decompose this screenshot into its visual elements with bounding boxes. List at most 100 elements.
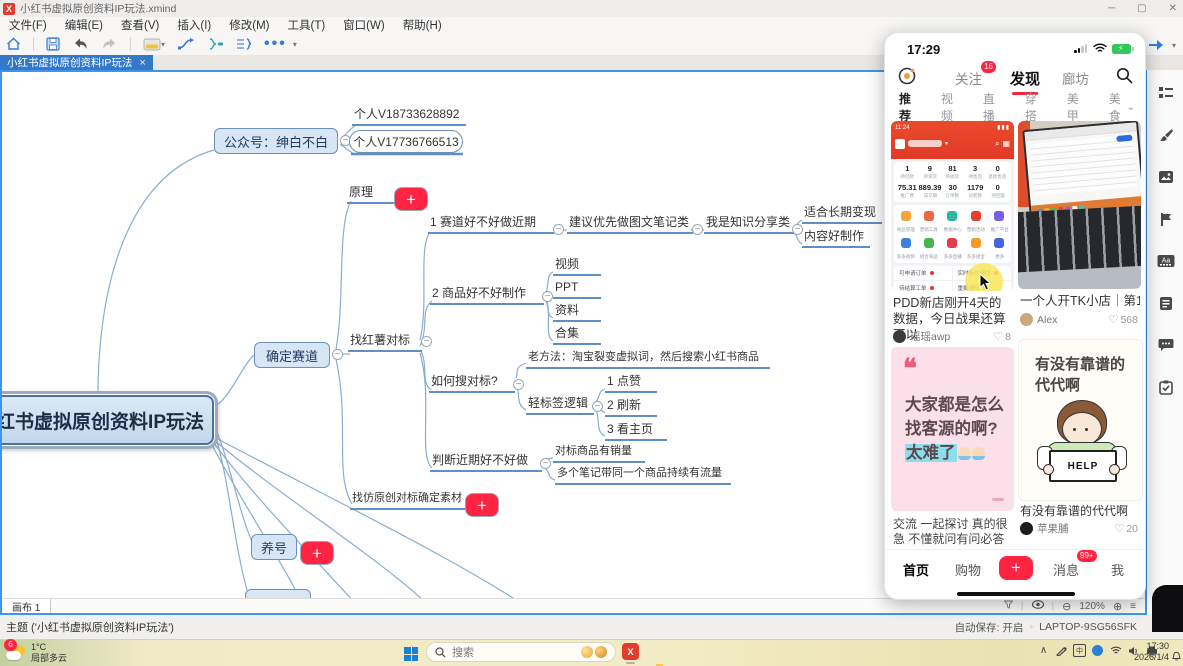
card-pdd-author-row[interactable]: 瑶瑶awp 8 xyxy=(893,329,1011,344)
topic-ppt[interactable]: PPT xyxy=(553,280,601,299)
topic-duoge[interactable]: 多个笔记带同一个商品持续有流量 xyxy=(555,466,731,485)
tab-home[interactable]: 首页 xyxy=(903,560,929,579)
save-button[interactable] xyxy=(40,34,66,54)
chevron-down-icon[interactable]: ⌄ xyxy=(1127,102,1135,113)
tab-mindmap[interactable]: 小红书虚拟原创资料IP玩法 xyxy=(0,55,153,70)
topic-ziliao[interactable]: 资料 xyxy=(553,303,601,322)
outline-button[interactable] xyxy=(230,34,258,54)
expand-chip[interactable] xyxy=(300,541,334,565)
topic-shipin[interactable]: 视频 xyxy=(553,257,601,276)
collapse-chip[interactable] xyxy=(421,336,432,347)
start-button[interactable] xyxy=(404,647,418,661)
topic-saidao[interactable]: 1 赛道好不好做近期 xyxy=(428,215,554,234)
cat-outfit[interactable]: 穿搭 xyxy=(1025,90,1043,124)
topic-shuaxin[interactable]: 2 刷新 xyxy=(605,398,657,417)
topic-zhishi[interactable]: 我是知识分享类 xyxy=(704,215,794,234)
cat-food[interactable]: 美食 xyxy=(1109,90,1127,124)
card-daidai-author-row[interactable]: 苹果脯 20 xyxy=(1020,521,1138,536)
tab-close-icon[interactable] xyxy=(139,57,145,69)
zoom-in-button[interactable]: ⊕ xyxy=(1113,600,1122,613)
notes-icon[interactable] xyxy=(1157,294,1175,312)
collapse-chip[interactable] xyxy=(553,224,564,235)
zoom-out-button[interactable]: ⊖ xyxy=(1062,600,1071,613)
like-count[interactable]: 8 xyxy=(993,330,1011,343)
topic-shangpin[interactable]: 2 商品好不好制作 xyxy=(430,286,544,305)
topic-v1[interactable]: 个人V18733628892 xyxy=(352,107,466,126)
menu-help[interactable]: 帮助(H) xyxy=(394,17,451,33)
maximize-button[interactable]: ▢ xyxy=(1137,3,1146,14)
taskbar-clock[interactable]: 17:30 2026/1/4 xyxy=(1134,641,1169,663)
topic-panduan[interactable]: 判断近期好不好做 xyxy=(430,453,542,472)
topic-yanghao[interactable]: 养号 xyxy=(251,534,297,560)
style-brush-icon[interactable] xyxy=(1157,126,1175,144)
topic-v2[interactable]: 个人V17736766513 xyxy=(349,130,463,153)
collapse-chip[interactable] xyxy=(592,401,603,412)
format-panel-icon[interactable] xyxy=(1157,84,1175,102)
topic-yuanli[interactable]: 原理 xyxy=(347,185,395,204)
security-icon[interactable] xyxy=(1090,645,1105,656)
like-count[interactable]: 20 xyxy=(1114,522,1138,535)
weather-widget[interactable]: 6 1°C 局部多云 xyxy=(6,642,67,664)
menu-modify[interactable]: 修改(M) xyxy=(220,17,278,33)
cat-nails[interactable]: 美甲 xyxy=(1067,90,1085,124)
share-dropdown-caret[interactable]: ▾ xyxy=(1172,41,1176,50)
focus-eye-icon[interactable] xyxy=(1032,600,1044,612)
topic-kanzhuye[interactable]: 3 看主页 xyxy=(605,422,667,441)
collapse-chip[interactable] xyxy=(540,458,551,469)
card-tk-author-row[interactable]: Alex 568 xyxy=(1020,313,1138,326)
cat-video[interactable]: 视频 xyxy=(941,90,959,124)
notification-bell-icon[interactable] xyxy=(1172,648,1181,666)
collapse-chip[interactable] xyxy=(513,379,524,390)
comment-icon[interactable] xyxy=(1157,336,1175,354)
filter-icon[interactable] xyxy=(1004,600,1013,612)
search-icon[interactable] xyxy=(1116,67,1133,89)
more-tools-button[interactable]: ••• xyxy=(258,34,293,54)
topic-central[interactable]: 小红书虚拟原创资料IP玩法 xyxy=(0,395,214,445)
feed-card-daidai-image[interactable]: 有没有靠谱的 代代啊 HELP xyxy=(1018,339,1143,501)
summary-button[interactable] xyxy=(201,34,230,54)
tab-follow[interactable]: 关注 16 xyxy=(955,68,982,88)
post-button[interactable]: + xyxy=(999,556,1033,580)
ime-icon[interactable]: 中 xyxy=(1072,644,1087,657)
topic-queding-saidao[interactable]: 确定赛道 xyxy=(254,342,330,368)
pen-input-icon[interactable] xyxy=(1054,645,1069,656)
card-tk-title[interactable]: 一个人开TK小店｜第16天 xyxy=(1020,293,1140,309)
task-clipboard-icon[interactable] xyxy=(1157,378,1175,396)
topic-changqi[interactable]: 适合长期变现 xyxy=(802,205,882,224)
expand-chip[interactable] xyxy=(465,493,499,517)
live-moments-icon[interactable] xyxy=(897,66,917,91)
toolbar-dropdown-caret[interactable]: ▾ xyxy=(293,40,297,49)
marker-flag-icon[interactable] xyxy=(1157,210,1175,228)
home-button[interactable] xyxy=(0,34,27,54)
sheet-tab-canvas1[interactable]: 画布 1 xyxy=(2,599,51,613)
tab-city[interactable]: 廊坊 xyxy=(1062,68,1089,88)
topic-neirong[interactable]: 内容好制作 xyxy=(802,229,870,248)
collapse-chip[interactable] xyxy=(332,349,343,360)
taskbar-xmind-icon[interactable]: X xyxy=(622,643,639,660)
marker-button[interactable]: ▾ xyxy=(137,34,171,54)
close-button[interactable]: ✕ xyxy=(1169,3,1177,14)
tab-me[interactable]: 我 xyxy=(1111,560,1124,579)
fit-view-button[interactable]: ≡ xyxy=(1130,601,1137,612)
topic-heji[interactable]: 合集 xyxy=(553,326,601,345)
feed-card-tk-image[interactable] xyxy=(1018,121,1141,289)
menu-file[interactable]: 文件(F) xyxy=(0,17,56,33)
menu-tools[interactable]: 工具(T) xyxy=(278,17,334,33)
collapse-chip[interactable] xyxy=(542,291,553,302)
tab-discover[interactable]: 发现 xyxy=(1010,68,1040,89)
menu-window[interactable]: 窗口(W) xyxy=(334,17,394,33)
topic-zhaohongshu[interactable]: 找红薯对标 xyxy=(348,333,422,352)
tray-expand-caret[interactable]: ∧ xyxy=(1036,645,1051,656)
card-kehuyuan-caption[interactable]: 交流 一起探讨 真的很急 不懂就问有问必答 xyxy=(893,517,1013,547)
relationship-button[interactable] xyxy=(171,34,201,54)
cat-recommend[interactable]: 推荐 xyxy=(899,90,917,124)
undo-button[interactable] xyxy=(66,34,95,54)
card-daidai-caption[interactable]: 有没有靠谱的代代啊 xyxy=(1020,503,1140,519)
label-icon[interactable]: Aa xyxy=(1157,252,1175,270)
wifi-tray-icon[interactable] xyxy=(1108,646,1123,655)
phone-mirror-window[interactable]: 17:29 ⚡ 关注 16 发现 廊坊 xyxy=(884,32,1146,600)
topic-jianyi[interactable]: 建议优先做图文笔记类 xyxy=(567,215,693,234)
tab-shop[interactable]: 购物 xyxy=(955,560,981,579)
marker-dropdown-caret[interactable]: ▾ xyxy=(161,40,165,49)
menu-view[interactable]: 查看(V) xyxy=(112,17,168,33)
